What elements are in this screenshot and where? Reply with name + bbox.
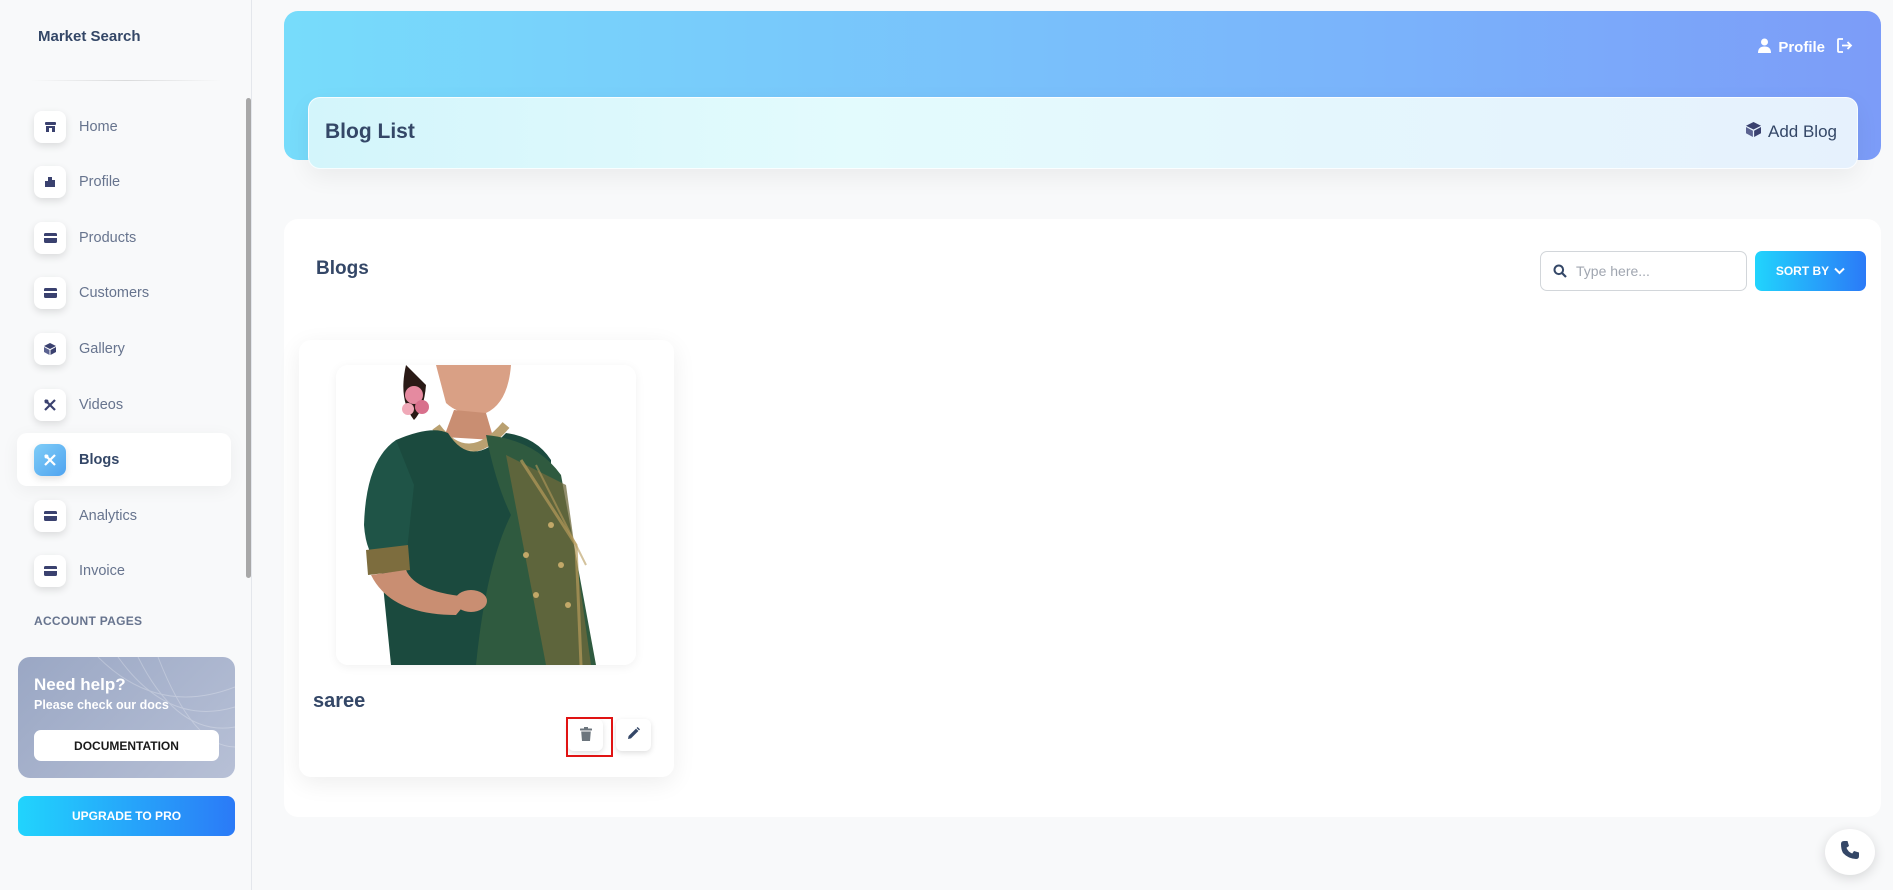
sidebar-item-analytics[interactable]: Analytics [17, 489, 231, 542]
help-title: Need help? [34, 675, 126, 694]
sidebar-item-label: Profile [79, 173, 121, 190]
add-blog-label: Add Blog [1768, 122, 1837, 141]
store-icon [34, 110, 66, 143]
sidebar-item-label: Customers [79, 284, 150, 301]
brand-name[interactable]: Market Search [38, 28, 141, 45]
search-input[interactable] [1576, 263, 1736, 279]
profile-link[interactable]: Profile [1758, 38, 1825, 57]
section-title-account-pages: ACCOUNT PAGES [34, 614, 143, 628]
blog-image-saree[interactable] [336, 365, 636, 665]
blogs-card: Blogs SORT BY [284, 219, 1881, 817]
sidebar-item-label: Gallery [79, 340, 125, 357]
sort-by-button[interactable]: SORT BY [1755, 251, 1866, 291]
phone-call-button[interactable] [1825, 829, 1875, 875]
sidebar-item-profile[interactable]: Profile [17, 155, 231, 208]
box-icon [34, 332, 66, 365]
section-title: Blogs [316, 258, 369, 279]
add-blog-button[interactable]: Add Blog [1746, 122, 1837, 142]
sidebar-item-label: Products [79, 229, 137, 246]
sidebar-item-label: Videos [79, 396, 124, 413]
sidebar-item-gallery[interactable]: Gallery [17, 322, 231, 375]
credit-card-icon [34, 554, 66, 587]
logout-icon[interactable] [1837, 38, 1853, 58]
upgrade-to-pro-button[interactable]: UPGRADE TO PRO [18, 796, 235, 836]
sidebar: Market Search Home Profile Products Cust… [0, 0, 252, 890]
sidebar-item-label: Analytics [79, 507, 138, 524]
help-subtitle: Please check our docs [34, 698, 169, 712]
search-field[interactable] [1540, 251, 1747, 291]
sidebar-scrollbar[interactable] [246, 98, 251, 578]
sidebar-item-videos[interactable]: Videos [17, 378, 231, 431]
saree-photo [336, 365, 636, 665]
search-icon [1553, 264, 1567, 278]
divider [30, 80, 222, 81]
credit-card-icon [34, 221, 66, 254]
credit-card-icon [34, 499, 66, 532]
sidebar-item-label: Invoice [79, 562, 125, 579]
documentation-button[interactable]: DOCUMENTATION [34, 730, 219, 761]
sort-by-label: SORT BY [1775, 264, 1830, 278]
sidebar-item-label: Home [79, 118, 118, 135]
sidebar-item-label: Blogs [79, 451, 120, 468]
box-icon [1746, 122, 1761, 142]
page-title: Blog List [325, 120, 415, 143]
edit-button[interactable] [616, 719, 651, 751]
blog-title[interactable]: saree [313, 690, 365, 713]
profile-label: Profile [1778, 39, 1825, 56]
help-card: Need help? Please check our docs DOCUMEN… [18, 657, 235, 778]
blog-card[interactable]: saree [299, 340, 674, 777]
sidebar-item-products[interactable]: Products [17, 211, 231, 264]
phone-icon [1840, 840, 1860, 865]
sidebar-item-home[interactable]: Home [17, 100, 231, 153]
credit-card-icon [34, 276, 66, 309]
sidebar-item-invoice[interactable]: Invoice [17, 544, 231, 597]
page-title-bar: Blog List Add Blog [308, 97, 1858, 169]
sidebar-item-customers[interactable]: Customers [17, 266, 231, 319]
pencil-icon [627, 727, 640, 743]
tools-icon [34, 443, 66, 476]
building-icon [34, 165, 66, 198]
sidebar-item-blogs[interactable]: Blogs [17, 433, 231, 486]
tools-icon [34, 388, 66, 421]
user-icon [1758, 38, 1772, 57]
delete-button-highlight [566, 717, 613, 757]
chevron-down-icon [1834, 264, 1845, 278]
